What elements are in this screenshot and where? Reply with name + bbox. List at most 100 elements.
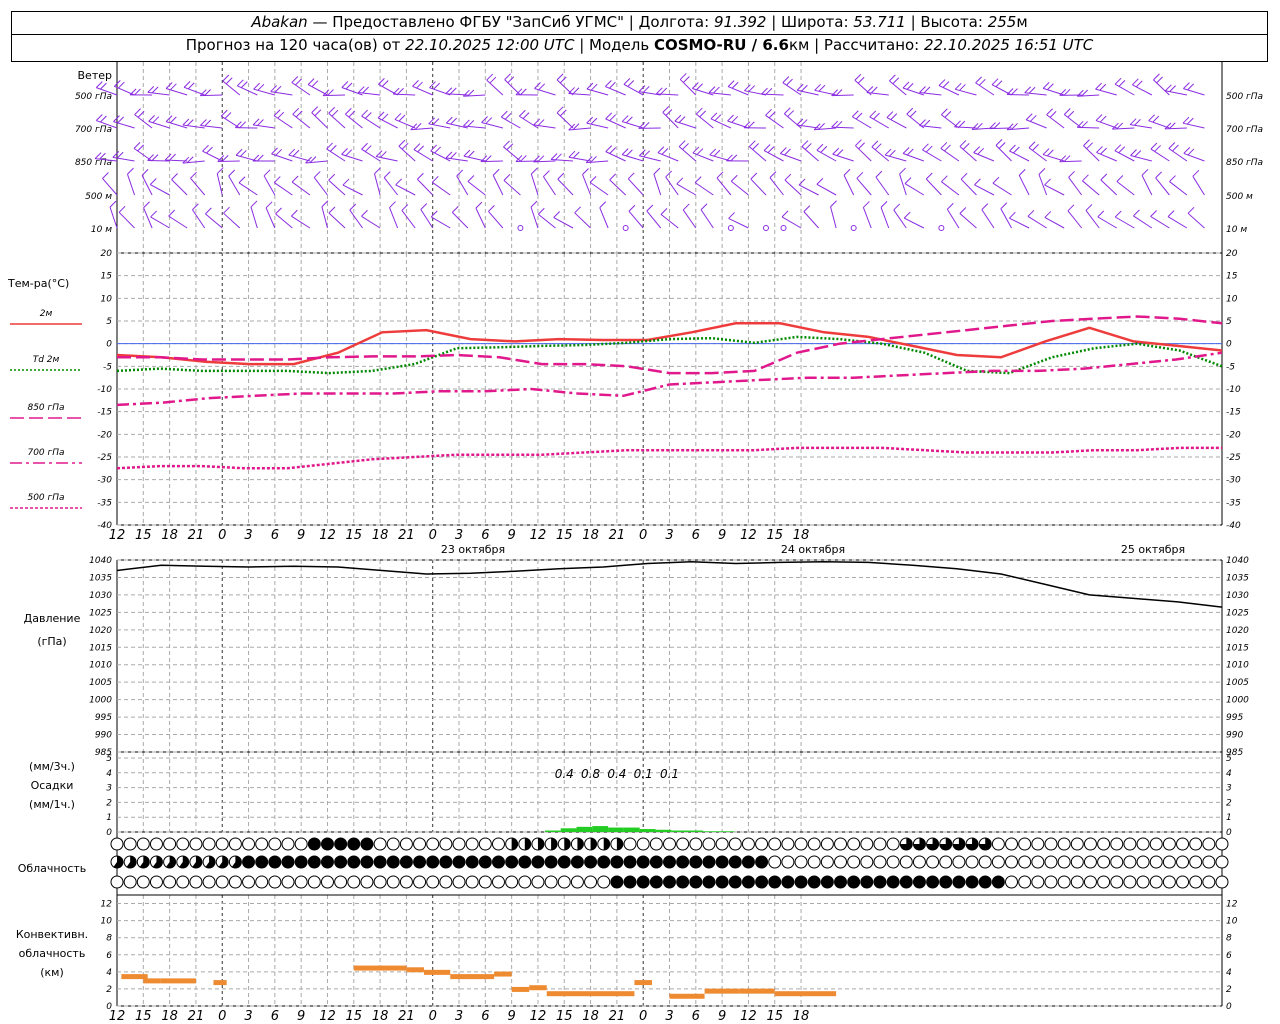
wind-barb-flag bbox=[884, 148, 892, 156]
x-tick-label-bottom: 21 bbox=[609, 1009, 626, 1024]
wind-barb-flag bbox=[1135, 80, 1143, 88]
wind-barb-flag bbox=[1063, 108, 1071, 115]
pres-tick: 995 bbox=[95, 713, 112, 723]
cloud-cover-icon bbox=[123, 875, 137, 889]
wind-barb-flag bbox=[1009, 144, 1016, 152]
cloud-cover-icon bbox=[715, 837, 729, 851]
x-tick-label-bottom: 18 bbox=[793, 1009, 810, 1024]
precip-bar bbox=[608, 827, 624, 832]
prec-total: 0.4 bbox=[607, 767, 626, 781]
cloud-cover-icon bbox=[1031, 837, 1045, 851]
cloud-cover-icon bbox=[649, 837, 663, 851]
wind-barb-flag bbox=[609, 81, 616, 89]
wind-barb bbox=[589, 181, 609, 196]
wind-barb-flag bbox=[394, 113, 402, 120]
wind-barb bbox=[852, 116, 872, 129]
cloud-cover-icon bbox=[1202, 837, 1216, 851]
cloud-cover-icon bbox=[1031, 855, 1045, 869]
convective-segment bbox=[406, 967, 424, 973]
pres-tick-right: 1000 bbox=[1226, 696, 1249, 706]
convective-segment bbox=[739, 988, 775, 994]
wind-barb-flag bbox=[991, 78, 999, 86]
cloud-cover-icon bbox=[1044, 875, 1058, 889]
cloud-cover-icon bbox=[110, 875, 124, 889]
wind-barb-flag bbox=[660, 208, 668, 215]
cloud-cover-icon bbox=[478, 875, 492, 889]
wind-barb bbox=[657, 152, 679, 162]
cloud-cover-icon bbox=[1123, 875, 1137, 889]
cloud-cover-icon bbox=[860, 875, 874, 889]
convective-segment bbox=[774, 991, 837, 997]
wind-barb-flag bbox=[1192, 169, 1200, 177]
wind-barb bbox=[1130, 124, 1152, 129]
wind-barb-flag bbox=[137, 144, 145, 152]
cloud-cover-icon bbox=[939, 875, 953, 889]
pres-tick-right: 1040 bbox=[1226, 556, 1249, 566]
wind-barb bbox=[803, 211, 819, 229]
cloud-cover-icon bbox=[1097, 855, 1111, 869]
cloud-cover-icon bbox=[307, 875, 321, 889]
wind-barb bbox=[974, 184, 995, 196]
wind-barb bbox=[599, 207, 609, 229]
wind-barb-flag bbox=[906, 83, 914, 90]
wind-barb-flag bbox=[265, 201, 273, 209]
wind-barb-flag bbox=[1118, 80, 1126, 87]
wind-barb bbox=[413, 149, 433, 162]
wind-barb bbox=[401, 210, 416, 229]
wind-barb-flag bbox=[1100, 173, 1108, 181]
wind-barb bbox=[328, 112, 346, 129]
cloud-cover-icon bbox=[307, 855, 321, 869]
wind-barb-flag bbox=[503, 174, 511, 181]
x-tick-label: 18 bbox=[793, 528, 810, 543]
wind-barb-flag bbox=[148, 115, 155, 122]
wind-barb bbox=[955, 88, 977, 96]
cloud-cover-icon bbox=[281, 855, 295, 869]
wind-barb-flag bbox=[709, 148, 717, 156]
wind-barb-flag bbox=[941, 175, 948, 183]
wind-barb-flag bbox=[748, 85, 756, 92]
prec-tick-right: 0 bbox=[1226, 828, 1232, 838]
wind-barb bbox=[150, 216, 170, 229]
cloud-cover-icon bbox=[373, 855, 387, 869]
cloud-cover-icon bbox=[1110, 837, 1124, 851]
wind-barb-flag bbox=[730, 174, 738, 182]
wind-barb-flag bbox=[682, 143, 689, 150]
cloud-cover-icon bbox=[860, 855, 874, 869]
wind-barb bbox=[694, 182, 714, 196]
temp-tick-right: -5 bbox=[1226, 362, 1235, 372]
wind-barb-flag bbox=[713, 149, 721, 157]
cloud-cover-icon bbox=[347, 855, 361, 869]
wind-barb bbox=[1167, 216, 1188, 229]
wind-barb bbox=[148, 120, 170, 129]
cloud-cover-icon bbox=[334, 855, 348, 869]
convective-segment bbox=[450, 974, 495, 980]
wind-barb bbox=[557, 178, 574, 196]
wind-barb-flag bbox=[940, 142, 948, 149]
wind-barb-flag bbox=[238, 176, 246, 184]
forecast-start: 22.10.2025 12:00 UTC bbox=[405, 36, 575, 54]
cloud-cover-sector bbox=[603, 838, 610, 850]
wind-barb-flag bbox=[981, 203, 989, 211]
cloud-cover-icon bbox=[847, 837, 861, 851]
cloud-cover-icon bbox=[1149, 837, 1163, 851]
wind-barb-flag bbox=[959, 207, 967, 214]
wind-barb-flag bbox=[533, 118, 541, 126]
prec-tick-right: 2 bbox=[1226, 798, 1232, 808]
wind-barb bbox=[451, 212, 469, 229]
x-tick-label: 9 bbox=[508, 528, 516, 543]
meteogram: Ветер 500 гПа 500 гПа 700 гПа 700 гПа 850 гПа… bbox=[7, 62, 1263, 1024]
cloud-cover-icon bbox=[281, 837, 295, 851]
prec-tick-right: 5 bbox=[1226, 754, 1232, 764]
cloud-cover-icon bbox=[1057, 875, 1071, 889]
temp-legend-label: 500 гПа bbox=[27, 493, 64, 503]
prec-ylabel: Осадки bbox=[31, 779, 74, 792]
x-tick-label: 3 bbox=[455, 528, 463, 543]
wind-barb bbox=[486, 79, 504, 96]
temp-tick-right: -10 bbox=[1226, 385, 1241, 395]
cloud-cover-icon bbox=[439, 875, 453, 889]
wind-barb-flag bbox=[780, 147, 787, 154]
cloud-cover-icon bbox=[149, 875, 163, 889]
x-tick-label: 6 bbox=[271, 528, 279, 543]
wind-barb-flag bbox=[228, 169, 236, 177]
cloud-cover-icon bbox=[1070, 855, 1084, 869]
